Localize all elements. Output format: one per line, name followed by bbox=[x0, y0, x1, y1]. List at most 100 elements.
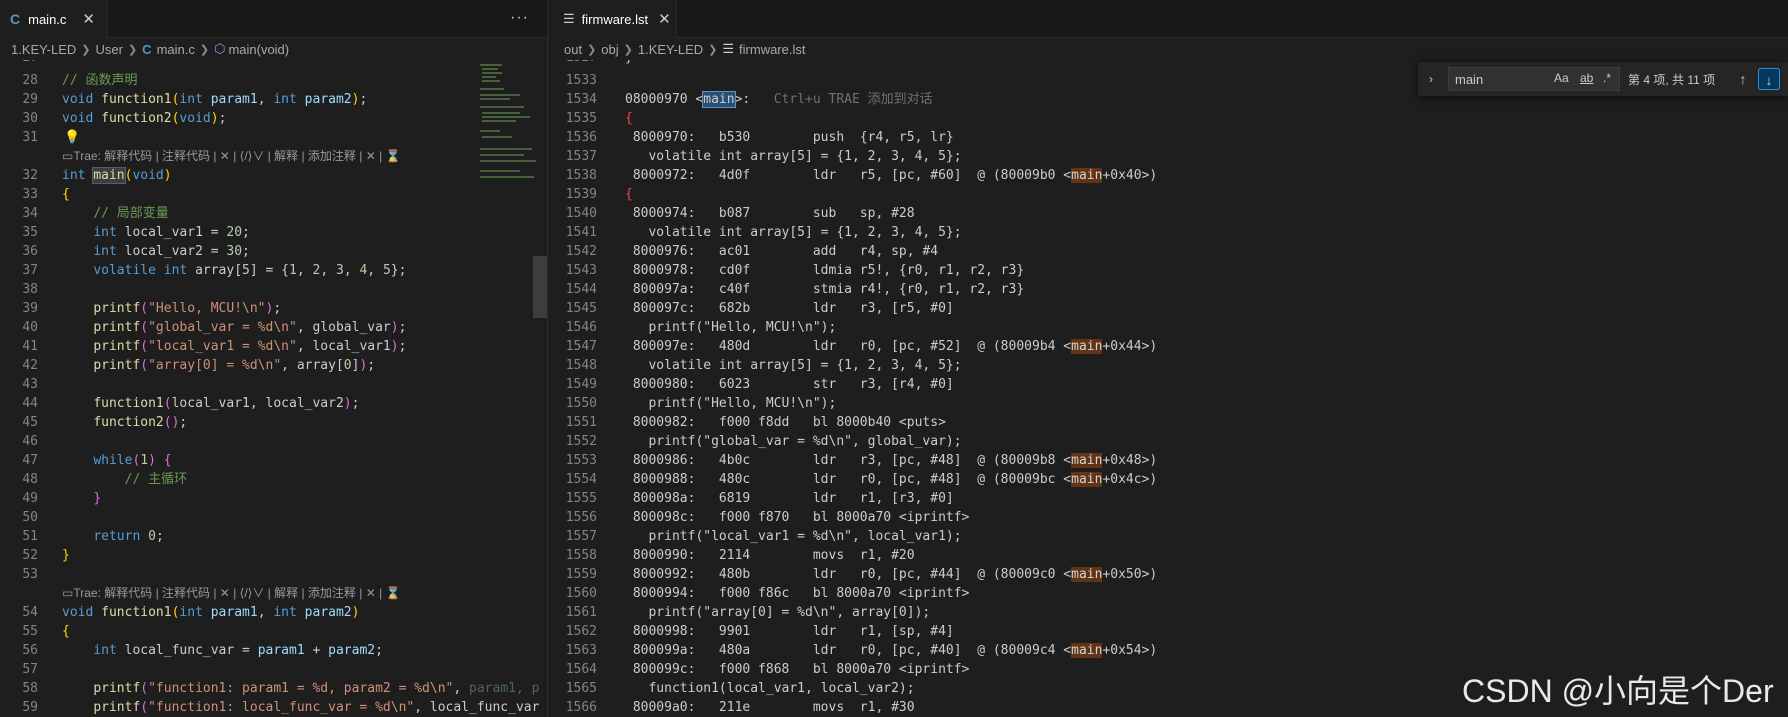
code-text: { bbox=[625, 187, 633, 202]
list-file-icon: ☰ bbox=[563, 11, 575, 26]
code-text: int local_var1 = 20; bbox=[93, 225, 250, 240]
code-text: volatile int array[5] = {1, 2, 3, 4, 5}; bbox=[625, 225, 962, 240]
code-text: printf("Hello, MCU!\n"); bbox=[625, 396, 837, 411]
code-line: 48 // 主循环 bbox=[0, 470, 547, 489]
line-number: 29 bbox=[22, 92, 38, 107]
breadcrumb-folder[interactable]: out bbox=[564, 42, 582, 57]
breadcrumb-folder[interactable]: 1.KEY-LED bbox=[638, 42, 703, 57]
code-line: 59 printf("function1: local_func_var = %… bbox=[0, 698, 547, 717]
code-text: function1(local_var1, local_var2); bbox=[93, 396, 360, 411]
function-symbol-icon: ⬡ bbox=[214, 41, 226, 56]
breadcrumb-file[interactable]: main.c bbox=[157, 42, 195, 57]
line-number: 1564 bbox=[565, 662, 597, 677]
code-text: printf("Hello, MCU!\n"); bbox=[625, 320, 837, 335]
code-text: printf("global_var = %d\n", global_var); bbox=[625, 434, 962, 449]
code-line: 1559 8000992: 480b ldr r0, [pc, #44] @ (… bbox=[549, 565, 1788, 584]
line-number: 34 bbox=[22, 206, 38, 221]
tab-firmware-lst[interactable]: ☰ firmware.lst ✕ bbox=[549, 0, 677, 38]
minimap-line bbox=[482, 120, 516, 122]
line-number: 46 bbox=[22, 434, 38, 449]
code-text: printf("local_var1 = %d\n", local_var1); bbox=[625, 529, 962, 544]
line-number: 49 bbox=[22, 491, 38, 506]
code-line: 1554 8000988: 480c ldr r0, [pc, #48] @ (… bbox=[549, 470, 1788, 489]
inline-hint[interactable]: Ctrl+u TRAE 添加到对话 bbox=[774, 92, 933, 107]
line-number: 1556 bbox=[565, 510, 597, 525]
line-number: 1550 bbox=[565, 396, 597, 411]
code-line: 55 { bbox=[0, 622, 547, 641]
match-whole-word-icon[interactable]: ab bbox=[1580, 71, 1593, 85]
next-match-arrow-icon[interactable]: ↓ bbox=[1758, 68, 1780, 90]
line-number: 1551 bbox=[565, 415, 597, 430]
trae-codelens[interactable]: ▭Trae: 解释代码 | 注释代码 | ✕ | ⟨/⟩∨ | 解释 | 添加注… bbox=[62, 584, 400, 603]
trae-codelens[interactable]: ▭Trae: 解释代码 | 注释代码 | ✕ | ⟨/⟩∨ | 解释 | 添加注… bbox=[62, 147, 400, 166]
minimap-line bbox=[480, 98, 510, 100]
breadcrumb-folder[interactable]: 1.KEY-LED bbox=[11, 42, 76, 57]
code-text: 8000982: f000 f8dd bl 8000b40 <puts> bbox=[625, 415, 946, 430]
code-line: 49 } bbox=[0, 489, 547, 508]
tab-main-c[interactable]: C main.c ✕ bbox=[0, 0, 108, 38]
use-regex-icon[interactable]: .* bbox=[1603, 71, 1611, 85]
chevron-right-icon: ❯ bbox=[623, 43, 633, 56]
lightbulb-icon[interactable]: 💡 bbox=[64, 128, 80, 147]
left-tab-bar: C main.c ✕ ··· bbox=[0, 0, 547, 38]
line-number: 1533 bbox=[565, 73, 597, 88]
breadcrumb-folder[interactable]: obj bbox=[601, 42, 618, 57]
minimap-line bbox=[480, 64, 502, 66]
code-text: } bbox=[625, 60, 633, 64]
close-icon[interactable]: ✕ bbox=[82, 10, 95, 28]
minimap-line bbox=[480, 170, 520, 172]
code-text: 8000974: b087 sub sp, #28 bbox=[625, 206, 915, 221]
close-icon[interactable]: ✕ bbox=[658, 10, 671, 28]
code-text: 8000976: ac01 add r4, sp, #4 bbox=[625, 244, 939, 259]
code-text: 8000990: 2114 movs r1, #20 bbox=[625, 548, 915, 563]
line-number: 27 bbox=[0, 60, 38, 64]
code-text: 8000998: 9901 ldr r1, [sp, #4] bbox=[625, 624, 954, 639]
code-line: 35 int local_var1 = 20; bbox=[0, 223, 547, 242]
code-text: function2(); bbox=[93, 415, 188, 430]
code-line: 1563 800099a: 480a ldr r0, [pc, #40] @ (… bbox=[549, 641, 1788, 660]
csdn-watermark: CSDN @小向是个Der bbox=[1462, 673, 1774, 709]
line-number: 1534 bbox=[565, 92, 597, 107]
line-number: 35 bbox=[22, 225, 38, 240]
list-file-icon: ☰ bbox=[722, 41, 735, 56]
line-number: 1541 bbox=[565, 225, 597, 240]
breadcrumb-folder[interactable]: User bbox=[96, 42, 123, 57]
breadcrumb-symbol[interactable]: main(void) bbox=[228, 42, 289, 57]
scrollbar-thumb[interactable] bbox=[533, 256, 547, 318]
code-line: 1557 printf("local_var1 = %d\n", local_v… bbox=[549, 527, 1788, 546]
minimap-line bbox=[482, 136, 512, 138]
line-number: 1547 bbox=[565, 339, 597, 354]
minimap-line bbox=[482, 68, 498, 70]
toggle-replace-chevron-icon[interactable]: › bbox=[1420, 72, 1442, 86]
breadcrumb-file[interactable]: firmware.lst bbox=[739, 42, 805, 57]
code-line: 30 void function2(void); bbox=[0, 109, 547, 128]
codelens-row: ▭Trae: 解释代码 | 注释代码 | ✕ | ⟨/⟩∨ | 解释 | 添加注… bbox=[0, 584, 547, 603]
line-number: 42 bbox=[22, 358, 38, 373]
match-case-icon[interactable]: Aa bbox=[1554, 71, 1569, 85]
right-code-area[interactable]: 1527} 1533 1534 08000970 <main>: Ctrl+u T… bbox=[549, 60, 1788, 717]
code-line: 38 bbox=[0, 280, 547, 299]
line-number: 37 bbox=[22, 263, 38, 278]
code-line: 47 while(1) { bbox=[0, 451, 547, 470]
minimap-line bbox=[482, 112, 520, 114]
vertical-scrollbar[interactable] bbox=[533, 60, 547, 717]
line-number: 1540 bbox=[565, 206, 597, 221]
more-actions-icon[interactable]: ··· bbox=[510, 9, 529, 27]
code-text: volatile int array[5] = {1, 2, 3, 4, 5}; bbox=[93, 263, 407, 278]
code-line: 1555 800098a: 6819 ldr r1, [r3, #0] bbox=[549, 489, 1788, 508]
previous-match-arrow-icon[interactable]: ↑ bbox=[1732, 68, 1754, 90]
left-code-area[interactable]: 27 28 // 函数声明 29 void function1(int param1… bbox=[0, 60, 547, 717]
find-widget: › main Aa ab .* 第 4 项, 共 11 项 ↑ ↓ bbox=[1418, 62, 1788, 96]
line-number: 1566 bbox=[565, 700, 597, 715]
line-number: 47 bbox=[22, 453, 38, 468]
line-number: 31 bbox=[22, 130, 38, 145]
code-line: 53 bbox=[0, 565, 547, 584]
code-line: 1548 volatile int array[5] = {1, 2, 3, 4… bbox=[549, 356, 1788, 375]
code-line: 58 printf("function1: param1 = %d, param… bbox=[0, 679, 547, 698]
code-line: 1545 800097c: 682b ldr r3, [r5, #0] bbox=[549, 299, 1788, 318]
code-text: 8000980: 6023 str r3, [r4, #0] bbox=[625, 377, 954, 392]
code-text: 8000986: 4b0c ldr r3, [pc, #48] @ (80009… bbox=[625, 453, 1158, 468]
code-text: printf("global_var = %d\n", global_var); bbox=[93, 320, 407, 335]
c-file-icon: C bbox=[142, 41, 152, 57]
find-input[interactable]: main Aa ab .* bbox=[1448, 67, 1620, 91]
